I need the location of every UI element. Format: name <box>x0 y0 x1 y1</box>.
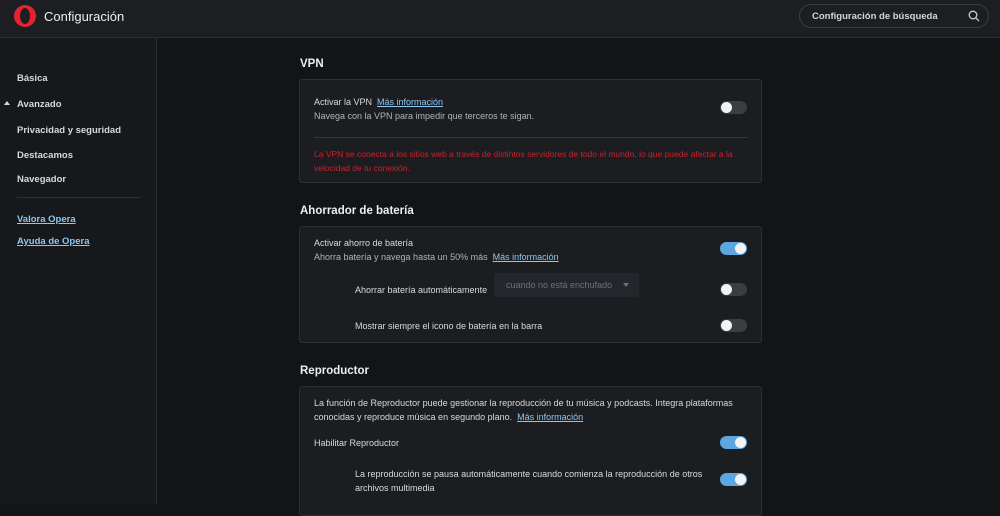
chevron-down-icon <box>623 283 629 287</box>
page-title: Configuración <box>44 9 125 24</box>
player-enable-label: Habilitar Reproductor <box>314 438 400 448</box>
sidebar-item-avanzado[interactable]: Avanzado <box>17 99 62 110</box>
vpn-more-info-link[interactable]: Más información <box>377 97 443 107</box>
chevron-up-icon <box>4 101 10 105</box>
player-description-line1: La función de Reproductor puede gestiona… <box>314 398 733 408</box>
vpn-divider <box>314 137 748 138</box>
vpn-warning-text: La VPN se conecta a los sitios web a tra… <box>314 149 733 173</box>
battery-section-title: Ahorrador de batería <box>300 205 414 217</box>
top-bar: Configuración Configuración de búsqueda <box>0 0 1000 38</box>
search-input[interactable]: Configuración de búsqueda <box>799 4 989 28</box>
sidebar-item-basica[interactable]: Básica <box>17 73 48 84</box>
vpn-section-title: VPN <box>300 58 324 70</box>
opera-help-link[interactable]: Ayuda de Opera <box>17 236 90 247</box>
player-section-title: Reproductor <box>300 365 369 377</box>
player-card: La función de Reproductor puede gestiona… <box>299 386 762 516</box>
sidebar-item-navegador[interactable]: Navegador <box>17 174 66 185</box>
sidebar-item-privacidad[interactable]: Privacidad y seguridad <box>17 125 121 136</box>
battery-description: Ahorra batería y navega hasta un 50% más <box>314 252 488 262</box>
player-description-row: conocidas y reproduce música en segundo … <box>314 412 583 422</box>
player-toggle[interactable] <box>720 436 747 449</box>
battery-description-row: Ahorra batería y navega hasta un 50% más… <box>314 252 559 262</box>
player-description-line2: conocidas y reproduce música en segundo … <box>314 412 513 422</box>
battery-card: Activar ahorro de batería Ahorra batería… <box>299 226 762 343</box>
battery-icon-toggle[interactable] <box>720 319 747 332</box>
battery-auto-select[interactable]: cuando no está enchufado <box>494 273 639 297</box>
vpn-card: Activar la VPN Más información Navega con… <box>299 79 762 183</box>
battery-enable-label: Activar ahorro de batería <box>314 238 414 248</box>
vpn-enable-row: Activar la VPN Más información <box>314 97 443 107</box>
battery-toggle[interactable] <box>720 242 747 255</box>
opera-logo-icon <box>14 5 36 27</box>
main-content: VPN Activar la VPN Más información Navega… <box>157 38 1000 516</box>
battery-auto-option: cuando no está enchufado <box>506 280 613 290</box>
battery-icon-label: Mostrar siempre el icono de batería en l… <box>355 321 543 331</box>
vpn-description: Navega con la VPN para impedir que terce… <box>314 111 535 121</box>
battery-auto-label: Ahorrar batería automáticamente <box>355 285 488 295</box>
search-icon[interactable] <box>968 10 980 22</box>
sidebar-item-destacamos[interactable]: Destacamos <box>17 150 73 161</box>
player-autopause-toggle[interactable] <box>720 473 747 486</box>
search-placeholder: Configuración de búsqueda <box>812 11 938 22</box>
player-autopause-line1: La reproducción se pausa automáticamente… <box>355 469 703 479</box>
vpn-toggle[interactable] <box>720 101 747 114</box>
rate-opera-link[interactable]: Valora Opera <box>17 214 76 225</box>
battery-more-info-link[interactable]: Más información <box>493 252 559 262</box>
battery-auto-toggle[interactable] <box>720 283 747 296</box>
sidebar: Básica Avanzado Privacidad y seguridad D… <box>0 38 157 504</box>
player-more-info-link[interactable]: Más información <box>517 412 583 422</box>
sidebar-divider <box>17 197 141 198</box>
vpn-enable-label: Activar la VPN <box>314 97 373 107</box>
player-autopause-line2: archivos multimedia <box>355 483 435 493</box>
